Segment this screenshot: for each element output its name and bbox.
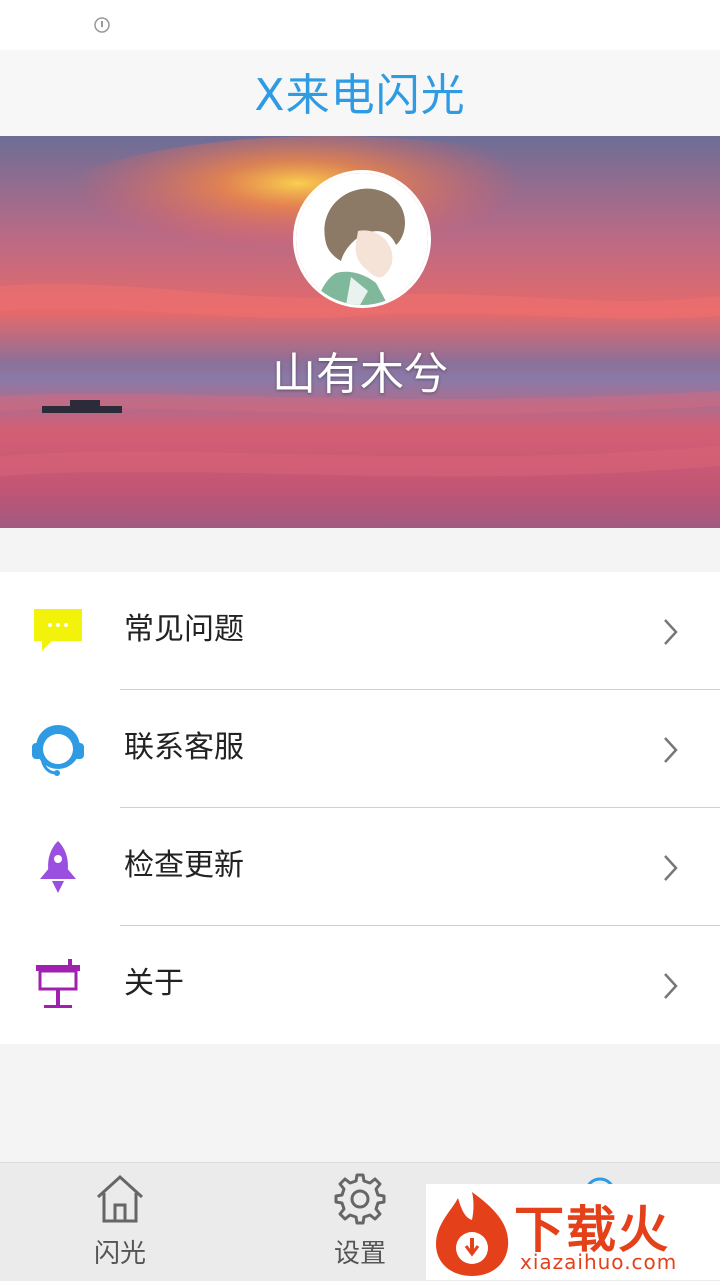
- tab-label-flash: 闪光: [93, 1239, 146, 1269]
- menu-item-about[interactable]: 关于: [0, 926, 720, 1044]
- menu-item-check-update[interactable]: 检查更新: [0, 808, 720, 926]
- chevron-right-icon: [664, 855, 678, 881]
- chevron-right-icon: [664, 619, 678, 645]
- chevron-right-icon: [664, 973, 678, 999]
- watermark-site: xiazaihuo.com: [520, 1250, 678, 1274]
- watermark-logo: 下载火 xiazaihuo.com: [426, 1184, 720, 1280]
- rocket-icon: [40, 841, 76, 893]
- home-icon: [96, 1174, 144, 1223]
- app-header: X来电闪光: [0, 50, 720, 136]
- avatar[interactable]: [293, 170, 431, 308]
- menu-item-faq[interactable]: 常见问题: [0, 572, 720, 690]
- menu-label-about: 关于: [124, 966, 184, 1001]
- chevron-right-icon: [664, 737, 678, 763]
- headset-icon: [32, 725, 84, 776]
- menu-label-customer-service: 联系客服: [124, 730, 244, 765]
- menu-label-check-update: 检查更新: [124, 848, 244, 883]
- menu-item-customer-service[interactable]: 联系客服: [0, 690, 720, 808]
- notification-icon: [94, 17, 110, 33]
- status-bar: [0, 0, 720, 50]
- gear-icon: [334, 1173, 386, 1225]
- menu-label-faq: 常见问题: [124, 612, 244, 647]
- settings-menu: 常见问题 联系客服 检查更新 关于: [0, 572, 720, 1044]
- presentation-board-icon: [36, 959, 80, 1008]
- avatar-illustration: [296, 173, 428, 305]
- chat-bubble-icon: [34, 609, 82, 651]
- app-title: X来电闪光: [254, 70, 466, 121]
- tab-flash[interactable]: 闪光: [0, 1163, 240, 1281]
- profile-username: 山有木兮: [272, 349, 448, 400]
- flame-logo-icon: [436, 1192, 509, 1276]
